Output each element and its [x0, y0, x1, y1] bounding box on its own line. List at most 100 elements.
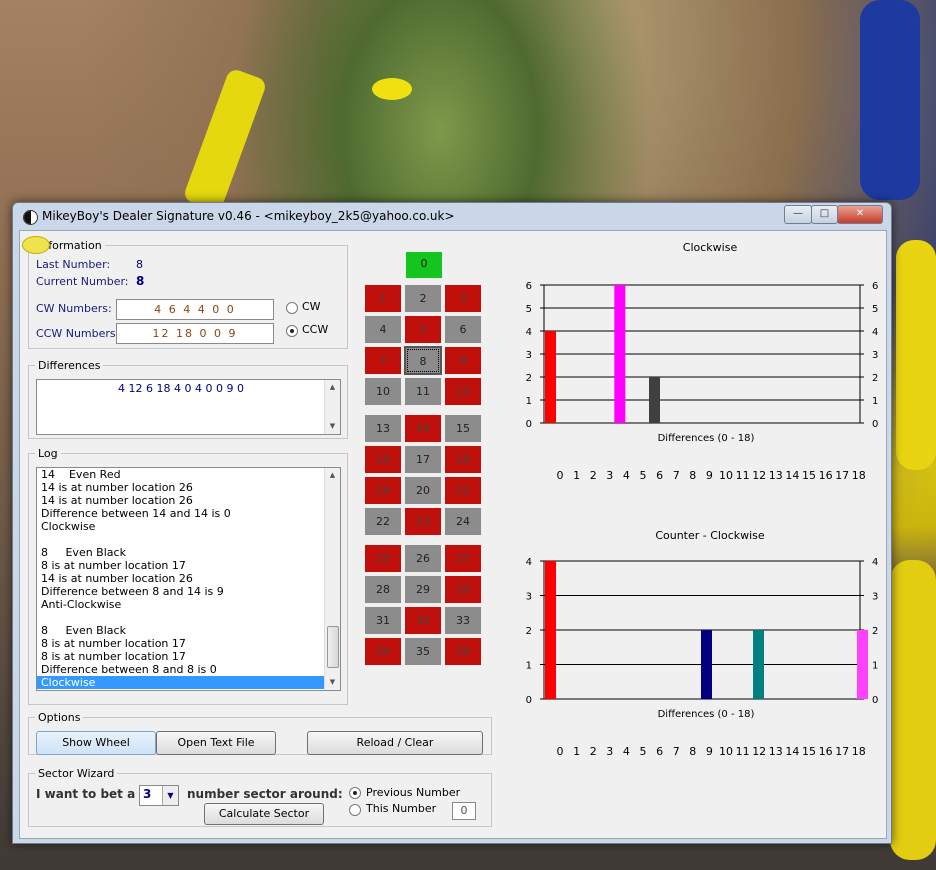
- number-cell-33[interactable]: 33: [444, 606, 482, 635]
- number-cell-22[interactable]: 22: [364, 507, 402, 536]
- this-number-radio[interactable]: [349, 804, 361, 816]
- log-line[interactable]: 14 is at number location 26: [37, 481, 325, 494]
- this-number-label[interactable]: This Number: [366, 802, 436, 815]
- number-cell-5[interactable]: 5: [404, 315, 442, 344]
- sector-count-value: 3: [143, 787, 152, 801]
- number-cell-24[interactable]: 24: [444, 507, 482, 536]
- number-cell-29[interactable]: 29: [404, 575, 442, 604]
- number-cell-35[interactable]: 35: [404, 637, 442, 666]
- number-cell-23[interactable]: 23: [404, 507, 442, 536]
- x-tick-label: 14: [785, 745, 799, 758]
- window-title: MikeyBoy's Dealer Signature v0.46 - <mik…: [42, 209, 455, 223]
- log-scrollbar[interactable]: ▲ ▼: [324, 468, 340, 690]
- log-line[interactable]: 14 is at number location 26: [37, 494, 325, 507]
- bar-6: [649, 377, 660, 423]
- cw-radio[interactable]: [286, 302, 298, 314]
- number-cell-20[interactable]: 20: [404, 476, 442, 505]
- log-line[interactable]: [37, 533, 325, 546]
- log-line[interactable]: 14 is at number location 26: [37, 572, 325, 585]
- y-tick-label: 5: [526, 304, 532, 315]
- number-cell-32[interactable]: 32: [404, 606, 442, 635]
- y-tick-label: 2: [526, 626, 532, 637]
- log-listbox[interactable]: 14 Even Red 14 is at number location 26 14…: [36, 467, 341, 691]
- ccw-radio[interactable]: [286, 325, 298, 337]
- x-tick-label: 11: [736, 745, 750, 758]
- number-cell-19[interactable]: 19: [364, 476, 402, 505]
- number-cell-31[interactable]: 31: [364, 606, 402, 635]
- x-tick-label: 3: [606, 469, 613, 482]
- number-cell-10[interactable]: 10: [364, 377, 402, 406]
- log-line[interactable]: Clockwise: [37, 520, 325, 533]
- close-button[interactable]: ✕: [837, 205, 883, 224]
- number-cell-9[interactable]: 9: [444, 346, 482, 375]
- number-cell-28[interactable]: 28: [364, 575, 402, 604]
- log-line[interactable]: Anti-Clockwise: [37, 598, 325, 611]
- show-wheel-button[interactable]: Show Wheel: [36, 731, 156, 755]
- number-cell-14[interactable]: 14: [404, 414, 442, 443]
- number-cell-11[interactable]: 11: [404, 377, 442, 406]
- number-cell-4[interactable]: 4: [364, 315, 402, 344]
- previous-number-radio[interactable]: [349, 787, 361, 799]
- number-cell-30[interactable]: 30: [444, 575, 482, 604]
- number-cell-8[interactable]: 8: [404, 346, 442, 375]
- chevron-down-icon[interactable]: ▼: [162, 786, 178, 805]
- minimize-button[interactable]: —: [784, 205, 812, 224]
- scroll-up-arrow-icon[interactable]: ▲: [325, 468, 340, 483]
- cw-numbers-field[interactable]: 4 6 4 4 0 0: [116, 299, 274, 320]
- x-tick-label: 8: [689, 469, 696, 482]
- x-tick-label: 0: [557, 745, 564, 758]
- log-line[interactable]: [37, 611, 325, 624]
- log-line[interactable]: 14 Even Red: [37, 468, 325, 481]
- current-number-label: Current Number:: [36, 275, 129, 288]
- number-cell-27[interactable]: 27: [444, 544, 482, 573]
- number-cell-12[interactable]: 12: [444, 377, 482, 406]
- log-line[interactable]: 8 is at number location 17: [37, 650, 325, 663]
- log-line[interactable]: 8 is at number location 17: [37, 637, 325, 650]
- number-cell-21[interactable]: 21: [444, 476, 482, 505]
- number-cell-3[interactable]: 3: [444, 284, 482, 313]
- number-cell-17[interactable]: 17: [404, 445, 442, 474]
- differences-scrollbar[interactable]: ▲ ▼: [324, 380, 340, 434]
- y-tick-label-right: 2: [872, 373, 878, 384]
- number-cell-26[interactable]: 26: [404, 544, 442, 573]
- number-cell-15[interactable]: 15: [444, 414, 482, 443]
- log-line[interactable]: Clockwise: [37, 676, 325, 689]
- log-line[interactable]: 8 Even Black: [37, 546, 325, 559]
- number-cell-2[interactable]: 2: [404, 284, 442, 313]
- number-cell-13[interactable]: 13: [364, 414, 402, 443]
- scroll-thumb[interactable]: [327, 626, 339, 668]
- number-cell-34[interactable]: 34: [364, 637, 402, 666]
- ccw-numbers-field[interactable]: 12 18 0 0 9: [116, 323, 274, 344]
- cw-radio-label[interactable]: CW: [302, 300, 321, 313]
- title-bar[interactable]: MikeyBoy's Dealer Signature v0.46 - <mik…: [13, 203, 891, 230]
- number-cell-6[interactable]: 6: [444, 315, 482, 344]
- number-cell-18[interactable]: 18: [444, 445, 482, 474]
- scroll-down-arrow-icon[interactable]: ▼: [325, 419, 340, 434]
- yin-yang-icon: [23, 210, 38, 225]
- reload-clear-button[interactable]: Reload / Clear: [307, 731, 483, 755]
- log-line[interactable]: Difference between 8 and 8 is 0: [37, 663, 325, 676]
- info-badge-icon: [22, 236, 50, 254]
- number-cell-16[interactable]: 16: [364, 445, 402, 474]
- number-cell-0[interactable]: 0: [405, 251, 443, 279]
- number-cell-36[interactable]: 36: [444, 637, 482, 666]
- scroll-down-arrow-icon[interactable]: ▼: [325, 675, 340, 690]
- ccw-radio-label[interactable]: CCW: [302, 323, 328, 336]
- log-line[interactable]: Difference between 14 and 14 is 0: [37, 507, 325, 520]
- this-number-field[interactable]: 0: [452, 802, 476, 820]
- x-tick-label: 5: [640, 469, 647, 482]
- calculate-sector-button[interactable]: Calculate Sector: [204, 803, 324, 825]
- open-text-file-button[interactable]: Open Text File: [156, 731, 276, 755]
- number-cell-25[interactable]: 25: [364, 544, 402, 573]
- log-line[interactable]: Difference between 8 and 14 is 9: [37, 585, 325, 598]
- number-cell-1[interactable]: 1: [364, 284, 402, 313]
- scroll-up-arrow-icon[interactable]: ▲: [325, 380, 340, 395]
- x-tick-label: 14: [785, 469, 799, 482]
- previous-number-label[interactable]: Previous Number: [366, 786, 460, 799]
- maximize-button[interactable]: □: [811, 205, 838, 224]
- sector-count-select[interactable]: 3 ▼: [139, 785, 179, 806]
- number-cell-7[interactable]: 7: [364, 346, 402, 375]
- log-line[interactable]: 8 is at number location 17: [37, 559, 325, 572]
- differences-textbox[interactable]: 4 12 6 18 4 0 4 0 0 9 0 ▲ ▼: [36, 379, 341, 435]
- log-line[interactable]: 8 Even Black: [37, 624, 325, 637]
